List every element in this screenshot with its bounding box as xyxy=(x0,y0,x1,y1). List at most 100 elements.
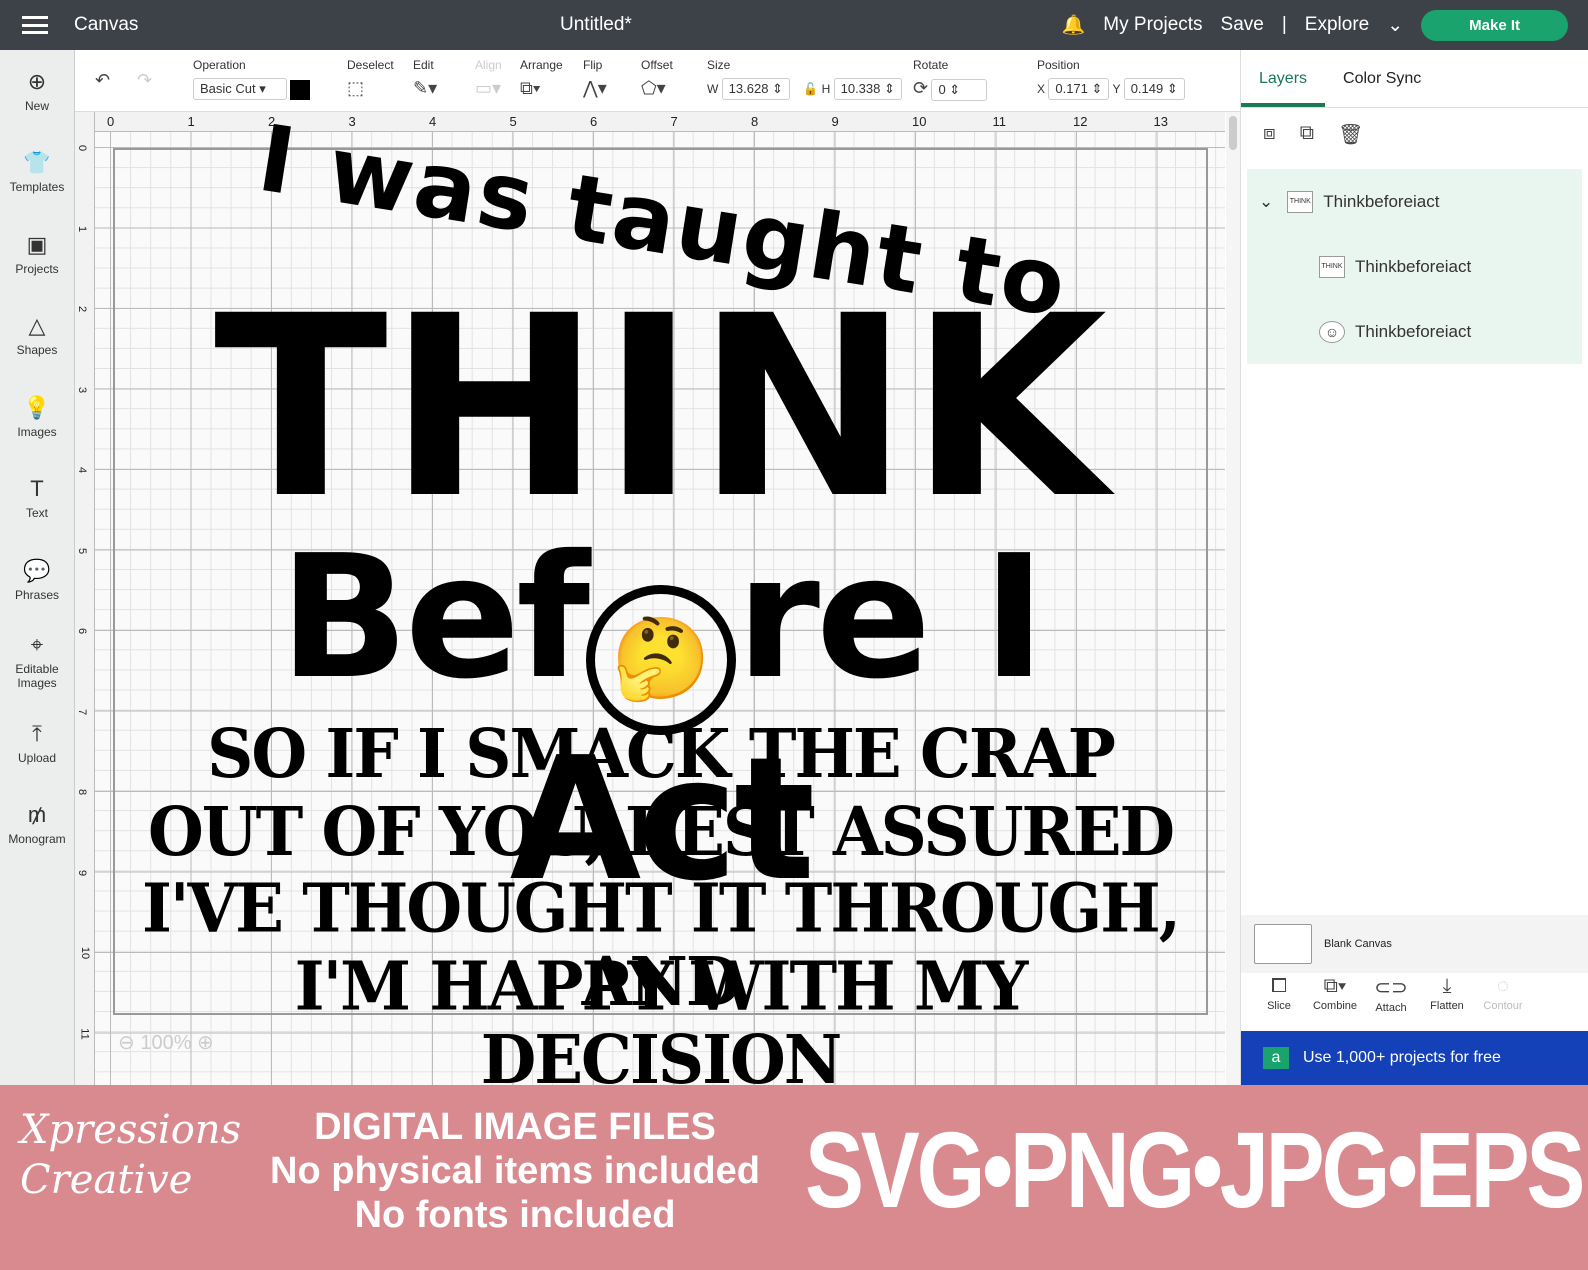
ruler-tick-label: 7 xyxy=(76,708,89,715)
lightbulb-icon: 💡 xyxy=(23,394,51,420)
emoji-thumbnail-icon: ☺ xyxy=(1319,320,1345,343)
layers-panel: Layers Color Sync ⧈ ⧉ 🗑 ⌄ THINK Thinkbefor… xyxy=(1240,50,1588,1085)
rotate-icon[interactable]: ⟳ xyxy=(913,78,928,98)
operation-label: Operation xyxy=(193,58,246,72)
thinking-face-icon: 🤔 xyxy=(586,585,737,735)
editable-image-icon: ⌖ xyxy=(30,632,44,658)
layer-name: Thinkbeforeiact xyxy=(1355,256,1472,276)
ruler-tick-label: 10 xyxy=(912,114,927,129)
align-icon[interactable]: ▭▾ xyxy=(475,78,501,98)
sidebar-item-projects[interactable]: ▣ Projects xyxy=(0,213,74,295)
flatten-button[interactable]: ⤓ Flatten xyxy=(1419,975,1475,1014)
logo-line: Xpressions xyxy=(20,1107,242,1153)
shapes-icon: △ xyxy=(28,313,46,339)
sidebar-item-monogram[interactable]: ₥ Monogram xyxy=(0,784,74,866)
color-swatch[interactable] xyxy=(290,79,311,100)
slice-button[interactable]: ⧠ Slice xyxy=(1251,975,1307,1014)
document-title[interactable]: Untitled* xyxy=(560,14,632,36)
action-label: Combine xyxy=(1312,1000,1358,1012)
rotate-label: Rotate xyxy=(913,58,949,72)
canvas-swatch[interactable] xyxy=(1254,924,1312,964)
menu-icon[interactable] xyxy=(22,16,48,34)
ruler-tick-label: 11 xyxy=(78,1027,91,1040)
chevron-down-icon[interactable]: ⌄ xyxy=(1259,192,1273,212)
x-value: 0.171 xyxy=(1055,81,1088,96)
tab-color-sync[interactable]: Color Sync xyxy=(1325,50,1439,107)
combine-button[interactable]: ⧉▾ Combine xyxy=(1307,975,1363,1014)
ruler-tick-label: 12 xyxy=(1073,114,1088,129)
lock-icon[interactable]: 🔓 xyxy=(803,82,818,96)
ruler-tick-label: 3 xyxy=(76,386,89,393)
action-label: Attach xyxy=(1375,1002,1407,1014)
my-projects-link[interactable]: My Projects xyxy=(1103,14,1202,36)
vertical-scrollbar[interactable] xyxy=(1226,112,1240,1085)
sidebar-label: Projects xyxy=(15,261,59,276)
explore-menu[interactable]: Explore xyxy=(1305,14,1369,36)
rotate-input[interactable]: 0 ⇕ xyxy=(931,79,988,101)
contour-button[interactable]: ◌ Contour xyxy=(1475,975,1531,1014)
logo-line: Creative xyxy=(20,1157,193,1203)
duplicate-icon[interactable]: ⧉ xyxy=(1300,122,1314,147)
sidebar-label: Text xyxy=(25,506,48,521)
offset-label: Offset xyxy=(641,58,673,72)
flip-icon[interactable]: ⋀▾ xyxy=(583,78,607,98)
y-label: Y xyxy=(1112,82,1121,96)
undo-icon[interactable]: ↶ xyxy=(95,70,110,91)
ruler-tick-label: 8 xyxy=(76,788,89,796)
group-icon[interactable]: ⧈ xyxy=(1263,122,1276,147)
offset-icon[interactable]: ⬠▾ xyxy=(641,78,666,98)
sidebar-label: New xyxy=(24,98,49,113)
attach-button[interactable]: ⊂⊃ Attach xyxy=(1363,975,1419,1014)
blank-canvas-row[interactable]: Blank Canvas xyxy=(1241,915,1588,973)
ruler-tick-label: 5 xyxy=(509,114,517,129)
promo-banner[interactable]: a Use 1,000+ projects for free xyxy=(1241,1031,1588,1085)
save-button[interactable]: Save xyxy=(1221,14,1264,36)
layer-item[interactable]: THINK Thinkbeforeiact xyxy=(1247,234,1582,299)
ruler-tick-label: 5 xyxy=(76,547,89,554)
layer-group[interactable]: ⌄ THINK Thinkbeforeiact xyxy=(1247,169,1582,234)
sidebar-item-editable-images[interactable]: ⌖ Editable Images xyxy=(0,621,74,703)
size-label: Size xyxy=(707,58,731,72)
sidebar-item-phrases[interactable]: 💬 Phrases xyxy=(0,539,74,621)
tab-layers[interactable]: Layers xyxy=(1241,50,1326,107)
zoom-control[interactable]: ⊖ 100% ⊕ xyxy=(118,1030,214,1055)
x-input[interactable]: 0.171 ⇕ xyxy=(1048,78,1110,100)
app-title: Canvas xyxy=(74,14,139,35)
bell-icon[interactable]: 🔔 xyxy=(1062,13,1086,37)
sidebar-label: Shapes xyxy=(16,343,58,358)
flip-label: Flip xyxy=(583,58,603,72)
deselect-icon[interactable]: ⬚ xyxy=(347,78,364,98)
sidebar-item-shapes[interactable]: △ Shapes xyxy=(0,295,74,377)
sidebar-item-new[interactable]: ⊕ New xyxy=(0,50,74,132)
ruler-tick-label: 0 xyxy=(107,114,115,129)
design-line-think: THINK xyxy=(213,262,1108,553)
layer-item[interactable]: ☺ Thinkbeforeiact xyxy=(1247,299,1582,364)
deselect-label: Deselect xyxy=(347,58,394,72)
width-input[interactable]: 13.628 ⇕ xyxy=(721,78,790,100)
zoom-level: 100% xyxy=(140,1032,192,1054)
design-text-bef: Bef xyxy=(279,519,590,717)
sidebar-item-images[interactable]: 💡 Images xyxy=(0,376,74,458)
sidebar-item-upload[interactable]: ⤒ Upload xyxy=(0,702,74,784)
design-artwork[interactable]: I was taught to THINK Bef 🤔 re I Act SO IF… xyxy=(113,105,1208,1097)
redo-icon[interactable]: ↷ xyxy=(137,70,152,91)
brand-logo: Xpressions Creative xyxy=(20,1105,241,1205)
arrange-icon[interactable]: ⧉▾ xyxy=(520,78,540,98)
ruler-tick-label: 9 xyxy=(76,869,89,876)
make-it-button[interactable]: Make It xyxy=(1421,9,1568,41)
y-input[interactable]: 0.149 ⇕ xyxy=(1123,78,1185,100)
speech-bubble-icon: 💬 xyxy=(23,557,51,583)
sidebar-label: Upload xyxy=(17,750,57,765)
ruler-tick-label: 8 xyxy=(751,114,759,129)
sidebar-item-text[interactable]: T Text xyxy=(0,458,74,540)
sidebar-item-templates[interactable]: 👕 Templates xyxy=(0,132,74,214)
action-label: Slice xyxy=(1267,1000,1291,1012)
ruler-tick-label: 11 xyxy=(992,114,1007,129)
height-input[interactable]: 10.338 ⇕ xyxy=(833,78,902,100)
design-slab-line: OUT OF YOU, REST ASSURED xyxy=(148,793,1175,872)
product-banner: Xpressions Creative DIGITAL IMAGE FILES N… xyxy=(0,1085,1588,1270)
pencil-icon[interactable]: ✎▾ xyxy=(413,78,437,98)
edit-label: Edit xyxy=(413,58,434,72)
trash-icon[interactable]: 🗑 xyxy=(1338,122,1363,147)
ruler-tick-label: 10 xyxy=(79,946,92,960)
